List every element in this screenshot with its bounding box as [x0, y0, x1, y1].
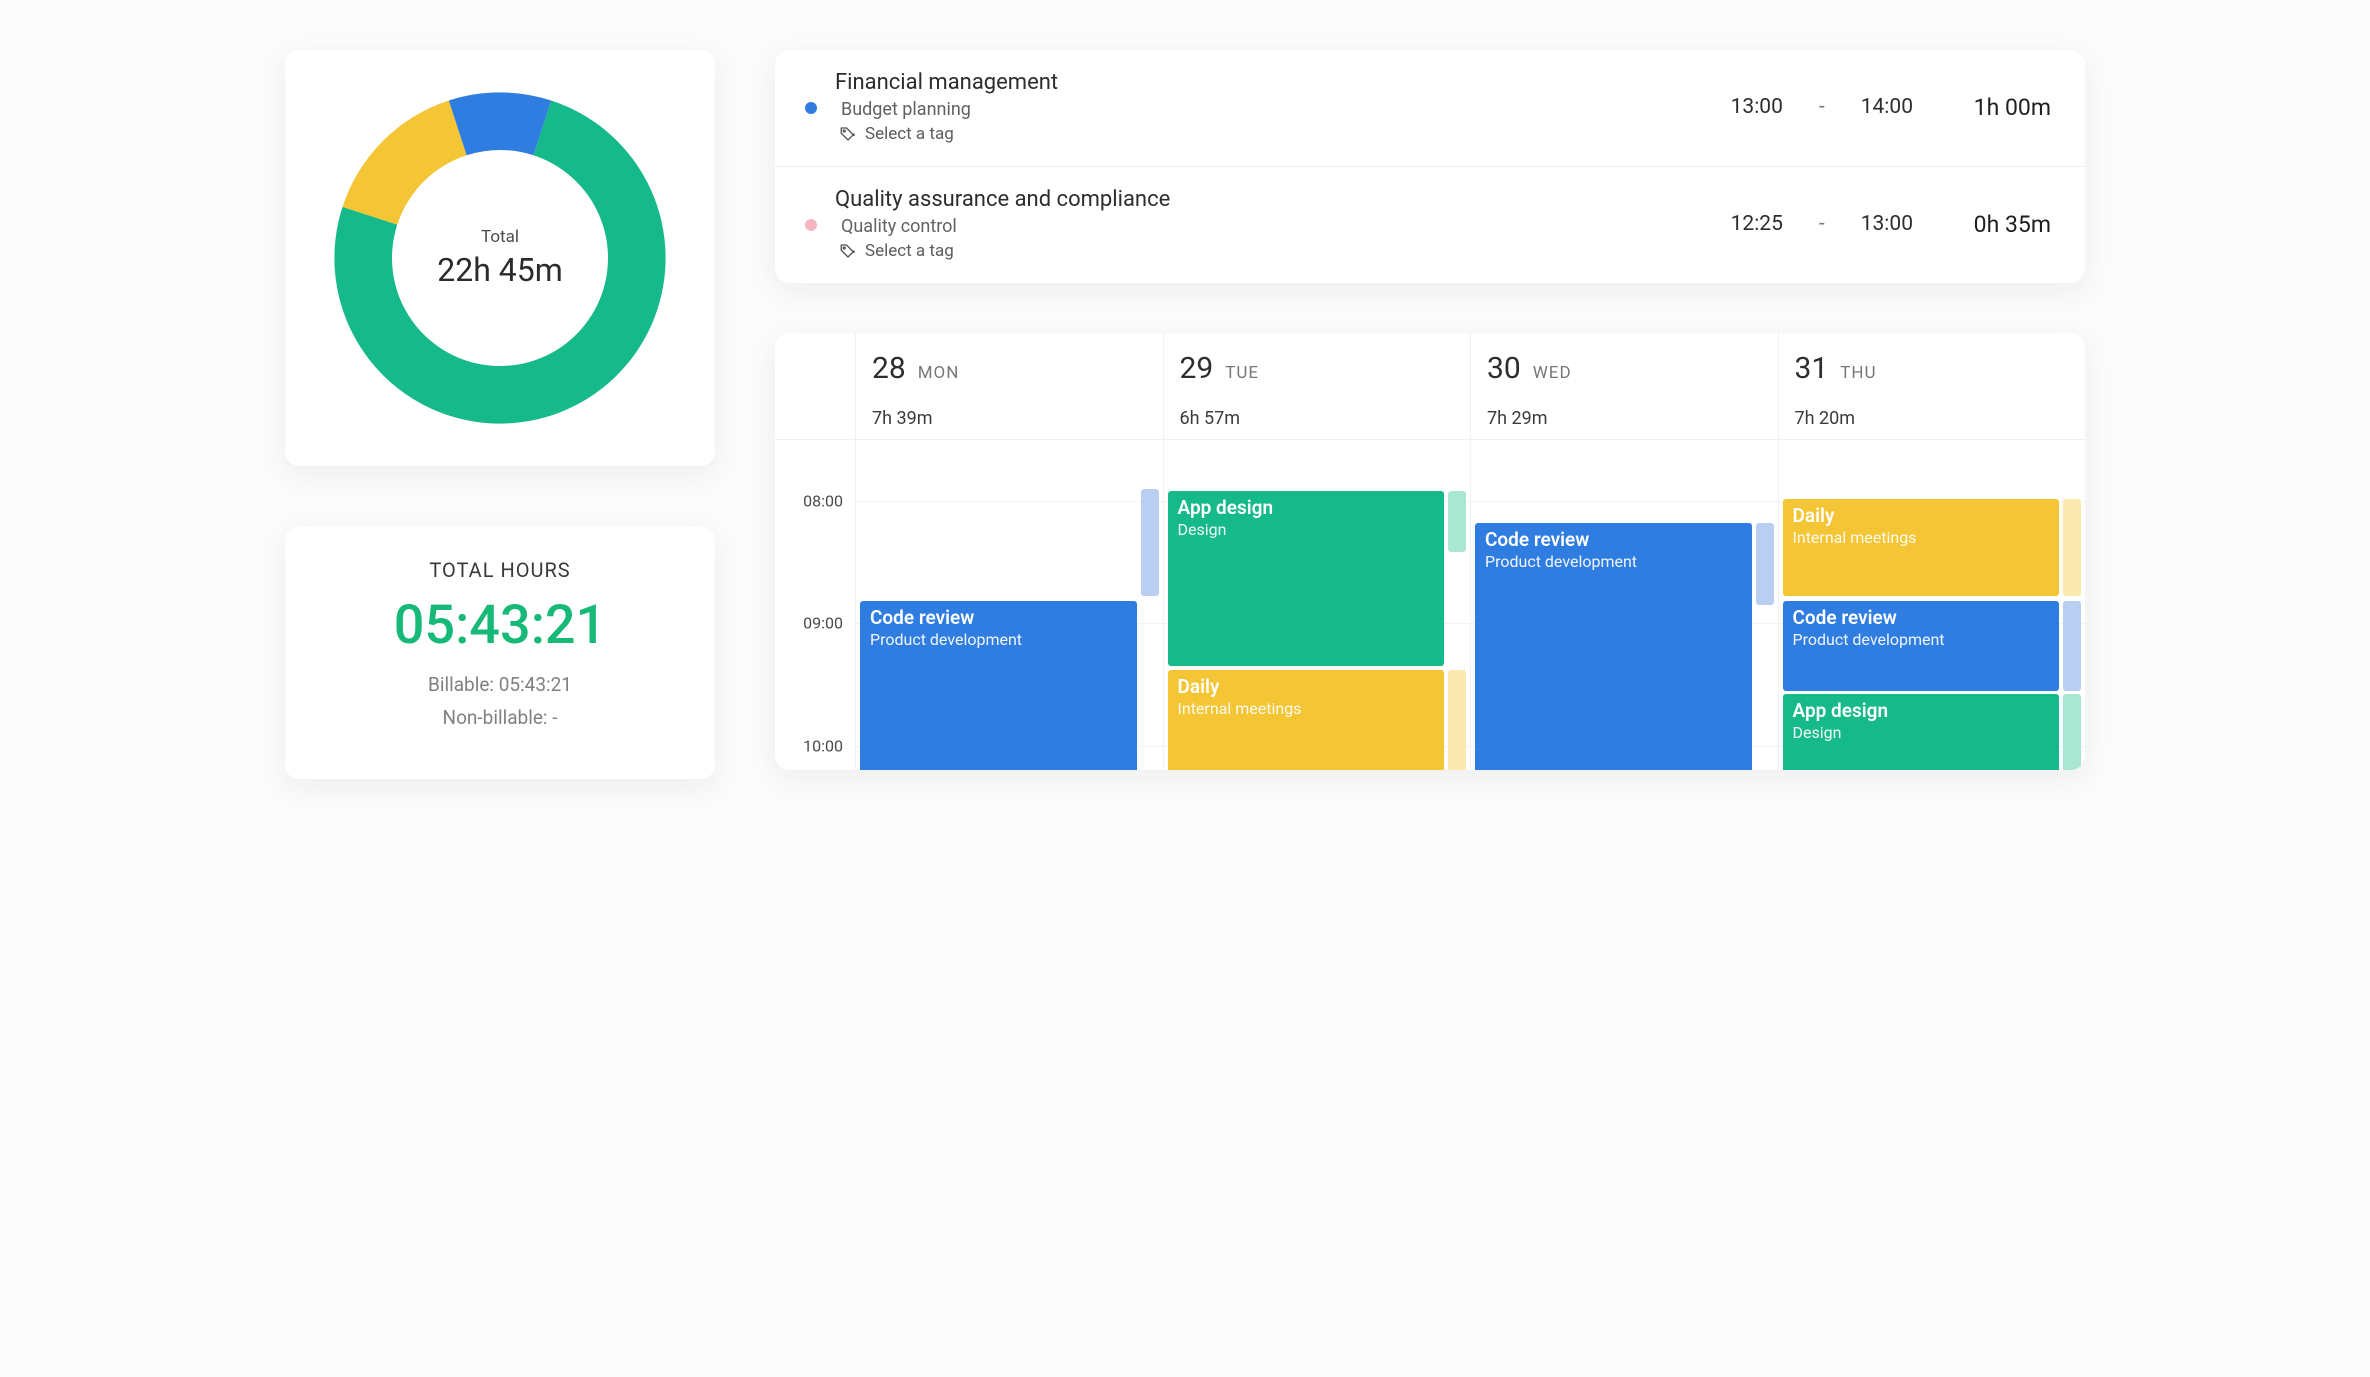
entry-subtitle: Budget planning	[841, 99, 1713, 120]
calendar-day-number: 31	[1795, 351, 1829, 386]
calendar-event[interactable]: App design Design	[1783, 694, 2060, 770]
calendar-event-title: App design	[1178, 497, 1435, 519]
select-tag-label: Select a tag	[865, 124, 954, 144]
calendar-time-column: 08:00 09:00 10:00	[775, 440, 855, 770]
donut-chart-card: Total 22h 45m	[285, 50, 715, 466]
total-hours-title: TOTAL HOURS	[313, 558, 687, 582]
calendar-event-minibar	[2063, 601, 2081, 690]
calendar-day-total: 7h 39m	[872, 408, 1147, 429]
calendar-time-label: 10:00	[803, 736, 843, 755]
calendar-event-subtitle: Design	[1793, 724, 2050, 742]
tag-icon	[839, 242, 857, 260]
nonbillable-line: Non-billable: -	[313, 706, 687, 729]
calendar-event-subtitle: Product development	[870, 631, 1127, 649]
calendar-event-title: Daily	[1178, 676, 1435, 698]
calendar-event-minibar	[2063, 499, 2081, 597]
calendar-header-spacer	[775, 333, 855, 439]
calendar-day-dow: WED	[1533, 363, 1572, 383]
total-hours-value: 05:43:21	[313, 594, 687, 657]
calendar-day-column[interactable]: Daily Internal meetings Code review Prod…	[1778, 440, 2086, 770]
calendar-time-label: 09:00	[803, 614, 843, 633]
calendar-event-minibar	[2063, 694, 2081, 770]
total-hours-card: TOTAL HOURS 05:43:21 Billable: 05:43:21 …	[285, 526, 715, 779]
calendar-event[interactable]: Daily Internal meetings	[1168, 670, 1445, 770]
calendar-day-number: 30	[1487, 351, 1521, 386]
calendar-day-dow: TUE	[1225, 363, 1259, 383]
calendar-day-total: 6h 57m	[1180, 408, 1455, 429]
calendar-day-column[interactable]: App design Design Daily Internal meeting…	[1163, 440, 1471, 770]
calendar-day-number: 29	[1180, 351, 1214, 386]
entry-start: 12:25	[1731, 212, 1783, 236]
entry-dash: -	[1819, 212, 1825, 236]
entry-title: Quality assurance and compliance	[835, 187, 1713, 212]
calendar-event-subtitle: Internal meetings	[1793, 529, 2050, 547]
calendar-time-label: 08:00	[803, 492, 843, 511]
calendar-event-minibar	[1756, 523, 1774, 605]
entry-duration: 1h 00m	[1931, 94, 2051, 121]
calendar-event-minibar	[1448, 670, 1466, 770]
calendar-event[interactable]: Daily Internal meetings	[1783, 499, 2060, 597]
calendar-day-column[interactable]: Code review Product development	[855, 440, 1163, 770]
time-entry-row[interactable]: Quality assurance and compliance Quality…	[775, 167, 2085, 283]
billable-line: Billable: 05:43:21	[313, 673, 687, 696]
select-tag-button[interactable]: Select a tag	[839, 124, 1713, 144]
calendar-event[interactable]: App design Design	[1168, 491, 1445, 666]
calendar-event-title: Daily	[1793, 505, 2050, 527]
select-tag-button[interactable]: Select a tag	[839, 241, 1713, 261]
tag-icon	[839, 125, 857, 143]
calendar-day-header[interactable]: 29 TUE 6h 57m	[1163, 333, 1471, 439]
entry-dash: -	[1819, 95, 1825, 119]
calendar-day-dow: THU	[1840, 363, 1876, 383]
calendar-event-subtitle: Internal meetings	[1178, 700, 1435, 718]
select-tag-label: Select a tag	[865, 241, 954, 261]
donut-total-label: Total	[481, 227, 519, 247]
calendar-day-number: 28	[872, 351, 906, 386]
calendar-event[interactable]: Code review Product development	[1475, 523, 1752, 770]
calendar-event-title: Code review	[1485, 529, 1742, 551]
entry-time-range[interactable]: 13:00 - 14:00	[1731, 95, 1913, 119]
time-entry-row[interactable]: Financial management Budget planning Sel…	[775, 50, 2085, 167]
entry-time-range[interactable]: 12:25 - 13:00	[1731, 212, 1913, 236]
calendar-day-dow: MON	[918, 363, 960, 383]
time-entries-card: Financial management Budget planning Sel…	[775, 50, 2085, 283]
entry-subtitle: Quality control	[841, 216, 1713, 237]
calendar-event-title: Code review	[1793, 607, 2050, 629]
entry-duration: 0h 35m	[1931, 211, 2051, 238]
calendar-event-minibar	[1141, 489, 1159, 597]
calendar-day-total: 7h 20m	[1795, 408, 2070, 429]
calendar-event-title: Code review	[870, 607, 1127, 629]
calendar-event-subtitle: Product development	[1485, 553, 1742, 571]
project-color-dot	[805, 219, 817, 231]
entry-start: 13:00	[1731, 95, 1783, 119]
calendar-day-column[interactable]: Code review Product development	[1470, 440, 1778, 770]
calendar-day-header[interactable]: 28 MON 7h 39m	[855, 333, 1163, 439]
entry-title: Financial management	[835, 70, 1713, 95]
calendar-day-total: 7h 29m	[1487, 408, 1762, 429]
entry-end: 13:00	[1861, 212, 1913, 236]
calendar-event-subtitle: Product development	[1793, 631, 2050, 649]
donut-chart: Total 22h 45m	[320, 78, 680, 438]
calendar-card: 28 MON 7h 39m 29 TUE 6h 57m 30 WED 7h 29…	[775, 333, 2085, 770]
calendar-event[interactable]: Code review Product development	[860, 601, 1137, 770]
calendar-event-subtitle: Design	[1178, 521, 1435, 539]
calendar-day-header[interactable]: 31 THU 7h 20m	[1778, 333, 2086, 439]
project-color-dot	[805, 102, 817, 114]
calendar-event[interactable]: Code review Product development	[1783, 601, 2060, 690]
donut-total-value: 22h 45m	[437, 251, 563, 289]
entry-end: 14:00	[1861, 95, 1913, 119]
calendar-event-title: App design	[1793, 700, 2050, 722]
calendar-day-header[interactable]: 30 WED 7h 29m	[1470, 333, 1778, 439]
calendar-event-minibar	[1448, 491, 1466, 552]
